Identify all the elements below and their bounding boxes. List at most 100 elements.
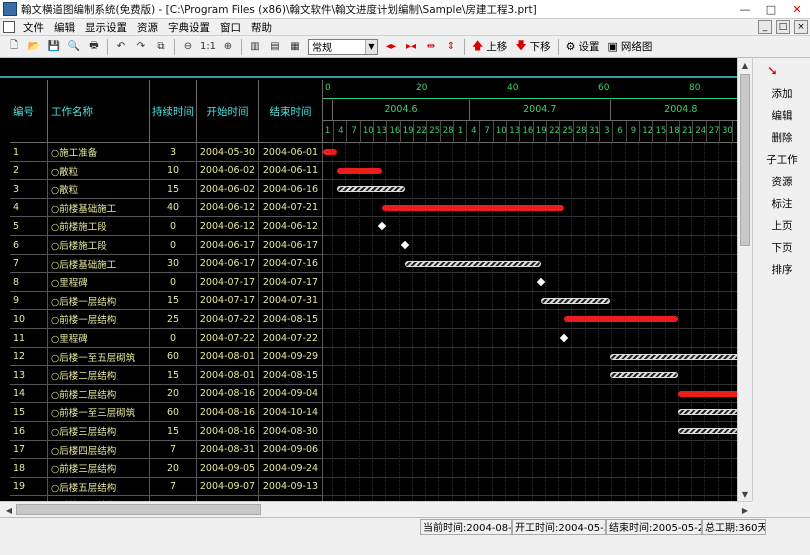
row-duration: 15: [150, 422, 197, 440]
header-start[interactable]: 开始时间: [197, 80, 259, 143]
open-folder-icon[interactable]: 📂: [26, 39, 42, 55]
redo-icon[interactable]: ↷: [133, 39, 149, 55]
edit-button[interactable]: 编辑: [753, 108, 810, 123]
scroll-up-icon[interactable]: ▲: [738, 58, 752, 72]
horizontal-scroll-thumb[interactable]: [16, 504, 261, 515]
critical-task-bar[interactable]: [382, 204, 565, 211]
table-row[interactable]: 10 ○前楼一层结构 25 2004-07-22 2004-08-15: [10, 310, 323, 329]
menu-resource[interactable]: 资源: [132, 20, 163, 35]
table-row[interactable]: 7 ○后楼基础施工 30 2004-06-17 2004-07-16: [10, 254, 323, 274]
table-row[interactable]: 12 ○后楼一至五层砌筑 60 2004-08-01 2004-09-29: [10, 347, 323, 367]
pointer-arrow-icon[interactable]: ➘: [767, 64, 781, 79]
menu-help[interactable]: 帮助: [246, 20, 277, 35]
menu-display[interactable]: 显示设置: [80, 20, 132, 35]
collapse-horizontal-icon[interactable]: ▸◂: [403, 39, 419, 55]
row-id: 16: [10, 422, 48, 440]
table-row[interactable]: 16 ○后楼三层结构 15 2004-08-16 2004-08-30: [10, 422, 323, 441]
undo-icon[interactable]: ↶: [113, 39, 129, 55]
layout-single-icon[interactable]: ▥: [247, 39, 263, 55]
row-end-date: 2004-08-30: [259, 422, 323, 440]
network-diagram-button[interactable]: ▣ 网络图: [608, 39, 653, 54]
zoom-ratio-button[interactable]: 1:1: [200, 39, 216, 55]
table-row[interactable]: 3 ○散粒 15 2004-06-02 2004-06-16: [10, 180, 323, 199]
zoom-in-icon[interactable]: ⊕: [220, 39, 236, 55]
table-row[interactable]: 17 ○后楼四层结构 7 2004-08-31 2004-09-06: [10, 440, 323, 460]
save-icon[interactable]: 💾: [46, 39, 62, 55]
noncritical-task-bar[interactable]: [336, 186, 405, 193]
noncritical-task-bar[interactable]: [541, 297, 610, 304]
add-button[interactable]: 添加: [753, 86, 810, 101]
layout-split-icon[interactable]: ▤: [267, 39, 283, 55]
doc-minimize-button[interactable]: _: [758, 20, 772, 34]
table-row[interactable]: 2 ○散粒 10 2004-06-02 2004-06-11: [10, 161, 323, 181]
view-mode-select[interactable]: 常规 ▼: [308, 38, 378, 55]
sort-button[interactable]: 排序: [753, 262, 810, 277]
arrow-up-icon: 🡅: [472, 39, 484, 52]
table-row[interactable]: 14 ○前楼二层结构 20 2004-08-16 2004-09-04: [10, 384, 323, 404]
new-file-icon[interactable]: 🗋: [6, 39, 22, 55]
move-up-button[interactable]: 🡅 上移: [472, 37, 507, 56]
page-up-button[interactable]: 上页: [753, 218, 810, 233]
menu-dictionary[interactable]: 字典设置: [163, 20, 215, 35]
vertical-adjust-icon[interactable]: ⇕: [443, 39, 459, 55]
scroll-down-icon[interactable]: ▼: [738, 487, 752, 501]
minimize-button[interactable]: —: [732, 0, 758, 19]
doc-close-button[interactable]: ×: [794, 20, 808, 34]
noncritical-task-bar[interactable]: [609, 353, 737, 360]
table-row[interactable]: 8 ○里程碑 0 2004-07-17 2004-07-17: [10, 273, 323, 292]
critical-task-bar[interactable]: [677, 390, 737, 397]
horizontal-scrollbar[interactable]: ◀ ▶: [0, 501, 752, 517]
maximize-button[interactable]: □: [758, 0, 784, 19]
delete-button[interactable]: 删除: [753, 130, 810, 145]
day-label: 4: [471, 126, 477, 136]
doc-restore-button[interactable]: □: [776, 20, 790, 34]
noncritical-task-bar[interactable]: [677, 428, 737, 434]
header-id[interactable]: 编号: [10, 80, 48, 143]
zoom-out-icon[interactable]: ⊖: [180, 39, 196, 55]
critical-task-bar[interactable]: [323, 149, 337, 155]
page-down-button[interactable]: 下页: [753, 240, 810, 255]
annotate-button[interactable]: 标注: [753, 196, 810, 211]
menu-window[interactable]: 窗口: [215, 20, 246, 35]
scroll-left-icon[interactable]: ◀: [2, 503, 16, 517]
critical-task-bar[interactable]: [336, 167, 383, 174]
resource-button[interactable]: 资源: [753, 174, 810, 189]
vertical-scroll-thumb[interactable]: [740, 74, 750, 246]
table-row[interactable]: 19 ○后楼五层结构 7 2004-09-07 2004-09-13: [10, 477, 323, 497]
scroll-right-icon[interactable]: ▶: [738, 503, 752, 517]
row-duration: 0: [150, 329, 197, 347]
table-row[interactable]: 5 ○前楼施工段 0 2004-06-12 2004-06-12: [10, 217, 323, 236]
table-row[interactable]: 6 ○后楼施工段 0 2004-06-17 2004-06-17: [10, 236, 323, 255]
expand-horizontal-icon[interactable]: ◂▸: [383, 39, 399, 55]
vertical-scrollbar[interactable]: ▲ ▼: [737, 58, 752, 501]
print-icon[interactable]: 🖶: [86, 39, 102, 55]
settings-button[interactable]: ⚙ 设置: [566, 39, 600, 54]
document-icon[interactable]: [3, 21, 15, 33]
noncritical-task-bar[interactable]: [677, 409, 737, 416]
copy-icon[interactable]: ⧉: [153, 39, 169, 55]
print-preview-icon[interactable]: 🔍: [66, 39, 82, 55]
header-name[interactable]: 工作名称: [48, 80, 150, 143]
table-row[interactable]: 11 ○里程碑 0 2004-07-22 2004-07-22: [10, 329, 323, 348]
menu-file[interactable]: 文件: [18, 20, 49, 35]
subtask-button[interactable]: 子工作: [753, 152, 810, 167]
move-down-button[interactable]: 🡇 下移: [515, 37, 550, 56]
noncritical-task-bar[interactable]: [609, 372, 678, 379]
table-row[interactable]: 1 ○施工准备 3 2004-05-30 2004-06-01: [10, 143, 323, 162]
table-row[interactable]: 15 ○前楼一至三层砌筑 60 2004-08-16 2004-10-14: [10, 403, 323, 422]
table-row[interactable]: 18 ○前楼三层结构 20 2004-09-05 2004-09-24: [10, 459, 323, 478]
header-duration[interactable]: 持续时间: [150, 80, 197, 143]
table-row[interactable]: 13 ○后楼二层结构 15 2004-08-01 2004-08-15: [10, 366, 323, 385]
header-end[interactable]: 结束时间: [259, 80, 323, 143]
noncritical-task-bar[interactable]: [404, 260, 542, 267]
fit-icon[interactable]: ⇹: [423, 39, 439, 55]
close-button[interactable]: ✕: [784, 0, 810, 19]
row-id: 5: [10, 217, 48, 236]
layout-table-icon[interactable]: ▦: [287, 39, 303, 55]
row-duration: 20: [150, 459, 197, 478]
row-id: 15: [10, 403, 48, 422]
table-row[interactable]: 9 ○后楼一层结构 15 2004-07-17 2004-07-31: [10, 291, 323, 311]
menu-edit[interactable]: 编辑: [49, 20, 80, 35]
table-row[interactable]: 4 ○前楼基础施工 40 2004-06-12 2004-07-21: [10, 198, 323, 218]
critical-task-bar[interactable]: [564, 316, 678, 323]
